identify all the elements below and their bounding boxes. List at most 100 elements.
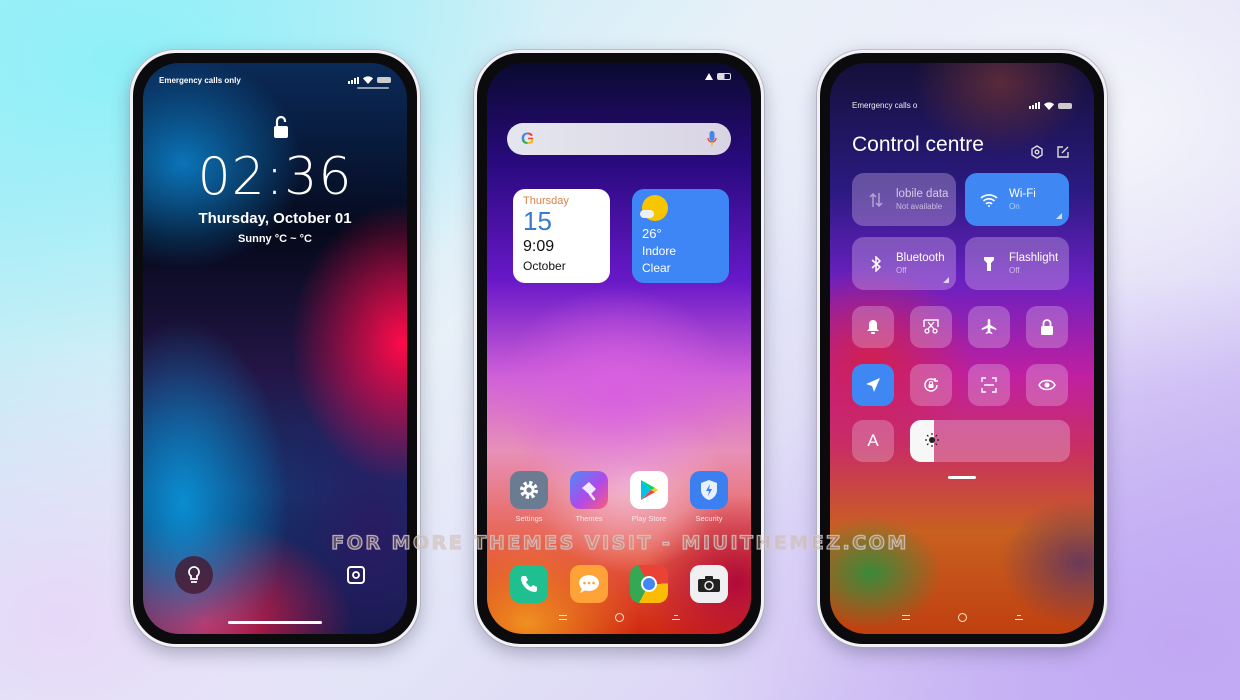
microphone-icon[interactable] bbox=[707, 131, 717, 147]
phone-homescreen: G Thursday 15 9:09 October 26° Indore Cl… bbox=[474, 50, 764, 647]
calendar-widget[interactable]: Thursday 15 9:09 October bbox=[513, 189, 610, 283]
camera-icon bbox=[690, 565, 728, 603]
home-indicator[interactable] bbox=[228, 621, 322, 624]
auto-brightness-label: A bbox=[867, 431, 879, 450]
weather-widget[interactable]: 26° Indore Clear bbox=[632, 189, 729, 283]
tile-status: Not available bbox=[896, 202, 943, 211]
weather-temp: 26° bbox=[642, 226, 662, 241]
app-security[interactable]: Security bbox=[687, 471, 731, 523]
calendar-month: October bbox=[523, 259, 566, 273]
back-nav-button[interactable] bbox=[1014, 615, 1023, 620]
back-nav-button[interactable] bbox=[671, 615, 680, 620]
sunny-weather-icon bbox=[640, 195, 668, 221]
tile-status: On bbox=[1009, 202, 1020, 211]
bluetooth-icon bbox=[866, 255, 886, 272]
carrier-status: Emergency calls only bbox=[159, 75, 241, 85]
battery-icon bbox=[717, 73, 731, 80]
bell-icon bbox=[867, 320, 879, 334]
status-bar bbox=[705, 73, 731, 80]
auto-brightness-button[interactable]: A bbox=[852, 420, 894, 462]
wifi-icon bbox=[979, 193, 999, 207]
toggle-location[interactable] bbox=[852, 364, 894, 406]
toggle-screenshot[interactable] bbox=[910, 306, 952, 348]
brightness-slider[interactable] bbox=[910, 420, 1070, 462]
battery-icon bbox=[1058, 102, 1072, 109]
control-centre-title: Control centre bbox=[852, 133, 984, 156]
lock-clock: 02:36 bbox=[197, 147, 353, 207]
google-logo-icon: G bbox=[521, 129, 535, 148]
scan-icon bbox=[981, 377, 997, 393]
tile-wifi[interactable]: Wi-Fi On bbox=[965, 173, 1069, 226]
app-themes[interactable]: Themes bbox=[567, 471, 611, 523]
gear-icon bbox=[510, 471, 548, 509]
status-bar: Emergency calls o bbox=[852, 101, 1072, 110]
lightbulb-icon bbox=[188, 566, 200, 583]
screenshot-icon bbox=[923, 319, 939, 334]
home-nav-button[interactable] bbox=[614, 613, 624, 622]
dock-chrome[interactable] bbox=[627, 565, 671, 603]
lock-date: Thursday, October 01 bbox=[198, 210, 352, 227]
toggle-airplane[interactable] bbox=[968, 306, 1010, 348]
notification-handle[interactable] bbox=[357, 87, 389, 89]
play-store-icon bbox=[630, 471, 668, 509]
navigation-bar bbox=[487, 613, 751, 622]
calendar-time: 9:09 bbox=[523, 238, 555, 255]
toggle-scan[interactable] bbox=[968, 364, 1010, 406]
app-play-store[interactable]: Play Store bbox=[627, 471, 671, 523]
app-label: Play Store bbox=[631, 514, 667, 523]
lock-weather: Sunny °C ~ °C bbox=[238, 233, 312, 245]
app-grid: Settings Themes Play Store Security bbox=[507, 471, 731, 523]
flashlight-shortcut-button[interactable] bbox=[175, 556, 213, 594]
unlocked-padlock-icon[interactable] bbox=[273, 115, 289, 139]
signal-icon bbox=[1029, 102, 1040, 109]
dock-phone[interactable] bbox=[507, 565, 551, 603]
edit-icon[interactable] bbox=[1056, 145, 1070, 159]
tile-label: Flashlight bbox=[1009, 252, 1059, 264]
tile-label: lobile data bbox=[896, 188, 949, 200]
tile-status: Off bbox=[1009, 266, 1020, 275]
rotation-lock-icon bbox=[924, 378, 938, 392]
home-nav-button[interactable] bbox=[957, 613, 967, 622]
app-label: Settings bbox=[515, 514, 543, 523]
eye-icon bbox=[1038, 379, 1056, 391]
settings-icon[interactable] bbox=[1030, 145, 1044, 159]
tile-flashlight[interactable]: Flashlight Off bbox=[965, 237, 1069, 290]
wifi-icon bbox=[363, 76, 373, 84]
phone-lockscreen: Emergency calls only 02:36 Thursday, Oct… bbox=[130, 50, 420, 647]
tile-bluetooth[interactable]: Bluetooth Off bbox=[852, 237, 956, 290]
tile-label: Wi-Fi bbox=[1009, 188, 1036, 200]
expand-corner-icon[interactable] bbox=[1056, 213, 1062, 219]
dock bbox=[507, 565, 731, 603]
carrier-status: Emergency calls o bbox=[852, 101, 918, 110]
brightness-sun-icon bbox=[925, 433, 939, 447]
toggle-reading-mode[interactable] bbox=[1026, 364, 1068, 406]
weather-city: Indore bbox=[642, 244, 677, 258]
wifi-icon bbox=[1044, 101, 1054, 110]
control-centre-handle[interactable] bbox=[948, 476, 976, 479]
toggle-lock[interactable] bbox=[1026, 306, 1068, 348]
camera-icon bbox=[347, 566, 365, 584]
google-search-bar[interactable]: G bbox=[507, 123, 731, 155]
paintbrush-icon bbox=[570, 471, 608, 509]
tile-mobile-data[interactable]: lobile data Not available bbox=[852, 173, 956, 226]
menu-nav-button[interactable] bbox=[901, 615, 910, 620]
location-icon bbox=[866, 378, 880, 392]
toggle-rotation-lock[interactable] bbox=[910, 364, 952, 406]
app-settings[interactable]: Settings bbox=[507, 471, 551, 523]
phone-control-centre: Emergency calls o Control centre lobile … bbox=[817, 50, 1107, 647]
shield-icon bbox=[690, 471, 728, 509]
message-icon bbox=[570, 565, 608, 603]
tile-status: Off bbox=[896, 266, 907, 275]
app-label: Security bbox=[695, 514, 723, 523]
camera-shortcut-button[interactable] bbox=[337, 556, 375, 594]
toggle-bell[interactable] bbox=[852, 306, 894, 348]
tile-label: Bluetooth bbox=[896, 252, 945, 264]
dock-camera[interactable] bbox=[687, 565, 731, 603]
phone-icon bbox=[510, 565, 548, 603]
menu-nav-button[interactable] bbox=[558, 615, 567, 620]
signal-icon bbox=[705, 73, 713, 80]
calendar-date: 15 bbox=[523, 206, 552, 236]
dock-messages[interactable] bbox=[567, 565, 611, 603]
expand-corner-icon[interactable] bbox=[943, 277, 949, 283]
status-bar: Emergency calls only bbox=[159, 73, 391, 87]
